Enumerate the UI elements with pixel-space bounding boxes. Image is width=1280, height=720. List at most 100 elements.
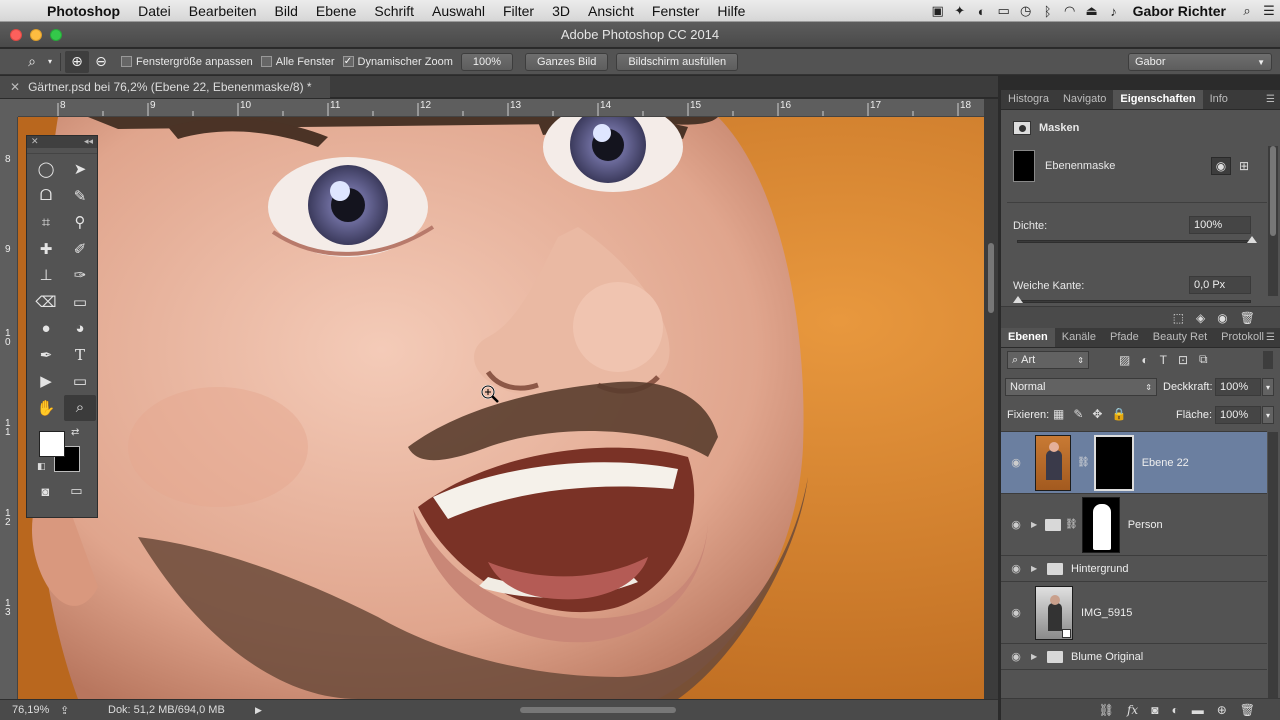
properties-scrollbar[interactable] — [1268, 146, 1278, 296]
density-slider[interactable] — [1017, 236, 1257, 243]
lock-transparent-icon[interactable]: ▦ — [1053, 407, 1064, 421]
fit-window-checkbox[interactable]: Fenstergröße anpassen — [121, 56, 253, 68]
menu-datei[interactable]: Datei — [129, 3, 180, 19]
lock-position-icon[interactable]: ✥ — [1092, 407, 1102, 421]
layer-row-ebene-22[interactable]: ◉ ⛓ Ebene 22 — [1001, 432, 1267, 494]
hand-tool-icon[interactable]: ✋ — [30, 395, 62, 422]
rectangle-tool-icon[interactable]: ▭ — [64, 368, 96, 395]
horizontal-ruler[interactable]: 8 9 10 11 12 13 14 15 16 17 18 — [18, 99, 984, 117]
filter-smart-object-icon[interactable]: ⧉ — [1199, 352, 1208, 367]
fill-screen-button[interactable]: Bildschirm ausfüllen — [616, 52, 739, 71]
crop-tool-icon[interactable]: ⌗ — [30, 209, 62, 236]
mask-thumbnail[interactable] — [1093, 434, 1134, 491]
document-canvas[interactable] — [18, 117, 984, 699]
filter-adjustment-icon[interactable]: ◐ — [1141, 352, 1148, 367]
document-tab[interactable]: ✕ Gärtner.psd bei 76,2% (Ebene 22, Ebene… — [0, 76, 330, 98]
expand-group-icon[interactable]: ▶ — [1031, 520, 1041, 529]
healing-brush-tool-icon[interactable]: ✚ — [30, 236, 62, 263]
ruler-origin[interactable] — [0, 99, 18, 117]
menu-fenster[interactable]: Fenster — [643, 3, 708, 19]
fit-screen-button[interactable]: Ganzes Bild — [525, 52, 609, 71]
wifi-icon[interactable]: ◠ — [1059, 3, 1081, 19]
new-layer-icon[interactable]: ⊕ — [1217, 703, 1227, 717]
feather-input[interactable]: 0,0 Px — [1189, 276, 1251, 294]
vector-mask-icon[interactable]: ⊞ — [1239, 159, 1249, 173]
mask-thumbnail[interactable] — [1081, 496, 1120, 553]
zoom-tool-icon[interactable]: ⌕ — [64, 394, 96, 421]
fill-input[interactable]: 100% — [1215, 406, 1261, 424]
time-machine-icon[interactable]: ◷ — [1015, 3, 1037, 19]
swap-colors-icon[interactable]: ⇄ — [71, 427, 79, 438]
tab-navigator[interactable]: Navigato — [1056, 90, 1113, 109]
brush-tool-icon[interactable]: ✐ — [64, 236, 96, 263]
workspace-select[interactable]: Gabor ▼ — [1128, 53, 1272, 71]
apply-mask-icon[interactable]: ◈ — [1196, 311, 1205, 325]
history-brush-tool-icon[interactable]: ✑ — [64, 262, 96, 289]
default-colors-icon[interactable]: ◧ — [37, 461, 46, 472]
eraser-tool-icon[interactable]: ⌫ — [30, 289, 62, 316]
mask-visibility-icon[interactable]: ◉ — [1217, 311, 1227, 325]
tab-history[interactable]: Protokoll — [1214, 328, 1271, 347]
menu-schrift[interactable]: Schrift — [365, 3, 423, 19]
eye-icon[interactable]: ◉ — [1001, 562, 1031, 575]
adjustment-layer-icon[interactable]: ◐ — [1171, 703, 1178, 717]
collapse-panel-icon[interactable]: ◂◂ — [84, 136, 93, 148]
menu-ansicht[interactable]: Ansicht — [579, 3, 643, 19]
scrollbar-thumb[interactable] — [1270, 146, 1276, 236]
slider-knob[interactable] — [1013, 296, 1023, 303]
eye-icon[interactable]: ◉ — [1001, 650, 1031, 663]
pen-tool-icon[interactable]: ✒ — [30, 342, 62, 369]
new-group-icon[interactable]: ▬ — [1192, 703, 1204, 717]
lasso-tool-icon[interactable]: ᗝ — [30, 183, 62, 210]
layer-row-hintergrund[interactable]: ◉ ▶ Hintergrund — [1001, 556, 1267, 582]
lock-image-icon[interactable]: ✎ — [1073, 407, 1083, 421]
type-tool-icon[interactable]: T — [64, 342, 96, 369]
opacity-input[interactable]: 100% — [1215, 378, 1261, 396]
menu-bild[interactable]: Bild — [266, 3, 307, 19]
zoom-100-button[interactable]: 100% — [460, 52, 513, 71]
preset-dropdown-icon[interactable]: ▾ — [44, 51, 56, 73]
pixel-mask-icon[interactable]: ◉ — [1211, 157, 1231, 175]
move-tool-icon[interactable]: ➤ — [64, 156, 96, 183]
canvas-vertical-scrollbar[interactable] — [984, 99, 998, 699]
layer-row-person[interactable]: ◉ ▶ ⛓ Person — [1001, 494, 1267, 556]
menu-bearbeiten[interactable]: Bearbeiten — [180, 3, 266, 19]
eye-icon[interactable]: ◉ — [1001, 456, 1031, 469]
menu-auswahl[interactable]: Auswahl — [423, 3, 494, 19]
eject-icon[interactable]: ⏏ — [1081, 3, 1103, 19]
status-menu-arrow-icon[interactable]: ▶ — [255, 705, 262, 716]
sync-icon[interactable]: ◐ — [971, 4, 993, 19]
spotlight-icon[interactable]: ⌕ — [1236, 3, 1258, 19]
feather-slider[interactable] — [1013, 296, 1251, 303]
vertical-ruler[interactable]: 8 9 1 0 1 1 1 2 1 3 — [0, 117, 18, 699]
tab-beauty-retouch[interactable]: Beauty Ret — [1146, 328, 1214, 347]
tab-layers[interactable]: Ebenen — [1001, 328, 1055, 347]
dodge-tool-icon[interactable]: ◕ — [64, 315, 96, 342]
filter-pixel-icon[interactable]: ▨ — [1119, 352, 1130, 367]
screen-mode-icon[interactable]: ▭ — [70, 483, 82, 499]
blur-tool-icon[interactable]: ● — [30, 315, 62, 342]
foreground-color-swatch[interactable] — [39, 431, 65, 457]
link-layers-icon[interactable]: ⛓ — [1099, 703, 1114, 717]
layers-scrollbar[interactable] — [1268, 432, 1278, 698]
tab-histogram[interactable]: Histogra — [1001, 90, 1056, 109]
quick-selection-tool-icon[interactable]: ✎ — [64, 183, 96, 210]
tab-channels[interactable]: Kanäle — [1055, 328, 1103, 347]
expand-group-icon[interactable]: ▶ — [1031, 652, 1041, 661]
quick-mask-icon[interactable]: ◙ — [41, 483, 49, 499]
selection-from-mask-icon[interactable]: ⬚ — [1173, 311, 1184, 325]
filter-toggle[interactable] — [1263, 351, 1273, 369]
delete-layer-icon[interactable]: 🗑 — [1240, 703, 1255, 717]
scrollbar-thumb[interactable] — [988, 243, 994, 313]
volume-icon[interactable]: ♪ — [1103, 4, 1125, 19]
close-panel-icon[interactable]: ✕ — [31, 136, 39, 148]
layer-filter-select[interactable]: ⌕ Art ⇕ — [1007, 351, 1089, 369]
menu-hilfe[interactable]: Hilfe — [708, 3, 754, 19]
notification-center-icon[interactable]: ☰ — [1258, 3, 1280, 19]
tab-properties[interactable]: Eigenschaften — [1113, 90, 1203, 109]
opacity-dropdown-icon[interactable]: ▾ — [1262, 378, 1274, 396]
layer-row-blume-original[interactable]: ◉ ▶ Blume Original — [1001, 644, 1267, 670]
clone-stamp-tool-icon[interactable]: ⊥ — [30, 262, 62, 289]
layer-style-icon[interactable]: fx — [1127, 703, 1138, 717]
link-icon[interactable]: ⛓ — [1065, 519, 1078, 530]
